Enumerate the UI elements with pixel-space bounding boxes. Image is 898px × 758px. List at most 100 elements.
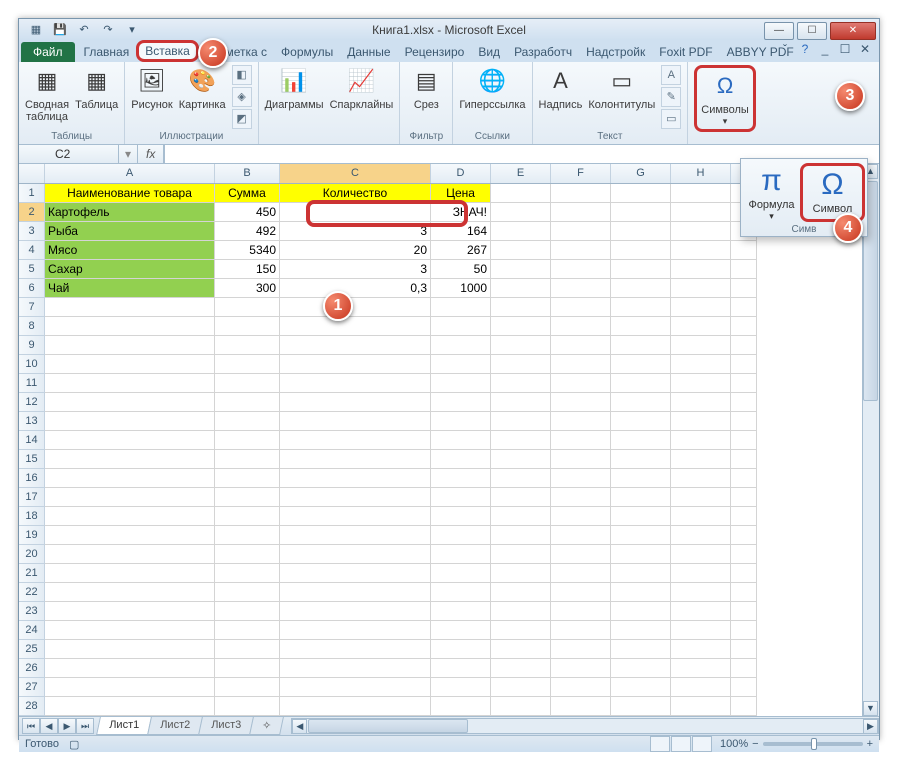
cell[interactable]	[611, 450, 671, 469]
cell[interactable]	[671, 203, 731, 222]
file-tab[interactable]: Файл	[21, 42, 75, 62]
cell[interactable]	[551, 431, 611, 450]
cell[interactable]	[215, 659, 280, 678]
cell[interactable]	[551, 374, 611, 393]
col-head-b[interactable]: B	[215, 164, 280, 183]
cell[interactable]	[491, 450, 551, 469]
cell[interactable]	[611, 374, 671, 393]
cell[interactable]	[491, 469, 551, 488]
row-head-27[interactable]: 27	[19, 678, 45, 697]
cell[interactable]	[491, 260, 551, 279]
cell[interactable]	[280, 488, 431, 507]
zoom-level[interactable]: 100%	[720, 738, 748, 750]
symbol-button[interactable]: ΩСимвол	[800, 163, 865, 222]
row-head-16[interactable]: 16	[19, 469, 45, 488]
cell[interactable]	[731, 317, 757, 336]
cell[interactable]	[45, 412, 215, 431]
zoom-slider-thumb[interactable]	[811, 738, 817, 750]
cell-b6[interactable]: 300	[215, 279, 280, 298]
cell[interactable]	[491, 640, 551, 659]
cell[interactable]	[431, 374, 491, 393]
help-icon[interactable]: ?	[797, 42, 813, 56]
cell[interactable]	[551, 279, 611, 298]
cell[interactable]	[215, 602, 280, 621]
cell[interactable]	[551, 526, 611, 545]
name-box[interactable]: C2	[19, 145, 119, 163]
cell[interactable]	[215, 393, 280, 412]
cell[interactable]	[280, 374, 431, 393]
doc-close-icon[interactable]: ✕	[857, 42, 873, 56]
row-head-2[interactable]: 2	[19, 203, 45, 222]
cell[interactable]	[431, 697, 491, 716]
cell-c4[interactable]: 20	[280, 241, 431, 260]
cell[interactable]	[280, 678, 431, 697]
hscroll-thumb[interactable]	[308, 719, 468, 733]
select-all-corner[interactable]	[19, 164, 45, 183]
cell[interactable]	[551, 621, 611, 640]
pivot-table-button[interactable]: ▦Сводная таблица	[25, 65, 69, 123]
cell[interactable]	[280, 412, 431, 431]
cell[interactable]	[431, 526, 491, 545]
cell[interactable]	[731, 507, 757, 526]
cell[interactable]	[280, 602, 431, 621]
tab-insert[interactable]: Вставка	[136, 40, 199, 62]
vertical-scrollbar[interactable]: ▲ ▼	[862, 164, 879, 716]
zoom-slider[interactable]	[763, 742, 863, 746]
cell[interactable]	[551, 412, 611, 431]
cell-b4[interactable]: 5340	[215, 241, 280, 260]
cell[interactable]	[611, 203, 671, 222]
cell[interactable]	[431, 583, 491, 602]
cell[interactable]	[671, 583, 731, 602]
cell[interactable]	[551, 507, 611, 526]
cell[interactable]	[551, 241, 611, 260]
cell[interactable]	[611, 545, 671, 564]
cell[interactable]	[491, 621, 551, 640]
row-head-18[interactable]: 18	[19, 507, 45, 526]
cell[interactable]	[45, 450, 215, 469]
cell-c6[interactable]: 0,3	[280, 279, 431, 298]
cell[interactable]	[671, 678, 731, 697]
cell[interactable]	[431, 317, 491, 336]
cell[interactable]	[671, 488, 731, 507]
save-icon[interactable]: 💾	[49, 20, 71, 40]
cell[interactable]	[551, 545, 611, 564]
row-head-17[interactable]: 17	[19, 488, 45, 507]
cell[interactable]	[671, 450, 731, 469]
cell[interactable]	[611, 640, 671, 659]
object-icon[interactable]: ▭	[661, 109, 681, 129]
cell[interactable]	[215, 526, 280, 545]
cell[interactable]	[611, 697, 671, 716]
cell[interactable]	[731, 469, 757, 488]
cell[interactable]	[671, 260, 731, 279]
cell[interactable]	[431, 488, 491, 507]
cell-a2[interactable]: Картофель	[45, 203, 215, 222]
cell[interactable]	[491, 545, 551, 564]
cell-a1[interactable]: Наименование товара	[45, 184, 215, 203]
cell[interactable]	[551, 298, 611, 317]
view-normal-icon[interactable]	[650, 736, 670, 752]
cell[interactable]	[611, 621, 671, 640]
cell[interactable]	[215, 450, 280, 469]
cell[interactable]	[280, 431, 431, 450]
row-head-26[interactable]: 26	[19, 659, 45, 678]
cell-c3[interactable]: 3	[280, 222, 431, 241]
col-head-e[interactable]: E	[491, 164, 551, 183]
cell[interactable]	[611, 241, 671, 260]
cell[interactable]	[491, 393, 551, 412]
cell[interactable]	[491, 279, 551, 298]
cell[interactable]	[551, 203, 611, 222]
cell[interactable]	[280, 621, 431, 640]
cell[interactable]	[551, 450, 611, 469]
row-head-24[interactable]: 24	[19, 621, 45, 640]
charts-button[interactable]: 📊Диаграммы	[265, 65, 324, 111]
cell[interactable]	[611, 469, 671, 488]
cell[interactable]	[671, 697, 731, 716]
cell[interactable]	[215, 488, 280, 507]
scroll-down-icon[interactable]: ▼	[863, 701, 878, 716]
cell-d3[interactable]: 164	[431, 222, 491, 241]
cell[interactable]	[551, 336, 611, 355]
cell[interactable]	[215, 317, 280, 336]
cell-b3[interactable]: 492	[215, 222, 280, 241]
horizontal-scrollbar[interactable]: ◀ ▶	[291, 718, 879, 734]
cell[interactable]	[551, 222, 611, 241]
